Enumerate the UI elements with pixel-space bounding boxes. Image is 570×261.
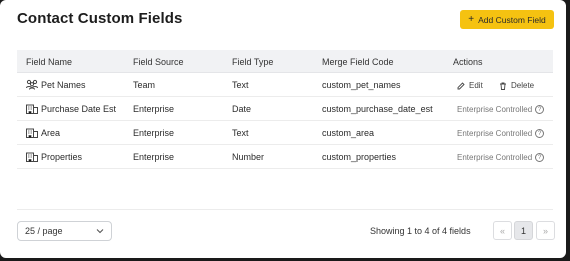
field-type: Text bbox=[232, 128, 249, 138]
building-icon bbox=[26, 128, 38, 138]
field-name-cell: Properties bbox=[26, 151, 82, 162]
merge-field-code: custom_area bbox=[322, 128, 375, 138]
edit-label: Edit bbox=[469, 81, 483, 90]
page-size-value: 25 / page bbox=[25, 226, 63, 236]
edit-button[interactable]: Edit bbox=[457, 81, 483, 90]
edit-icon bbox=[457, 81, 465, 89]
field-type: Number bbox=[232, 152, 265, 162]
enterprise-controlled-status: Enterprise Controlled ? bbox=[457, 105, 545, 114]
column-header-field-name: Field Name bbox=[26, 57, 73, 67]
column-header-merge-field-code: Merge Field Code bbox=[322, 57, 394, 67]
table-header: Field Name Field Source Field Type Merge… bbox=[17, 50, 553, 73]
previous-page-button[interactable]: « bbox=[493, 221, 512, 240]
status-label: Enterprise Controlled bbox=[457, 105, 533, 114]
help-icon[interactable]: ? bbox=[535, 129, 545, 138]
footer-divider bbox=[17, 209, 553, 210]
field-name: Properties bbox=[41, 151, 83, 162]
field-source: Enterprise bbox=[133, 104, 175, 114]
page-size-select[interactable]: 25 / page bbox=[17, 221, 112, 241]
delete-label: Delete bbox=[511, 81, 535, 90]
chevron-down-icon bbox=[96, 229, 104, 234]
table-row: Properties Enterprise Number custom_prop… bbox=[17, 145, 553, 169]
delete-button[interactable]: Delete bbox=[499, 81, 534, 90]
field-source: Enterprise bbox=[133, 152, 175, 162]
field-type: Date bbox=[232, 104, 252, 114]
field-source: Enterprise bbox=[133, 128, 175, 138]
column-header-actions: Actions bbox=[453, 57, 483, 67]
field-name: Purchase Date Est bbox=[41, 103, 117, 114]
add-custom-field-button[interactable]: + Add Custom Field bbox=[460, 10, 554, 29]
building-icon bbox=[26, 104, 38, 114]
next-page-button[interactable]: » bbox=[536, 221, 555, 240]
help-icon[interactable]: ? bbox=[535, 153, 545, 162]
enterprise-controlled-status: Enterprise Controlled ? bbox=[457, 129, 545, 138]
field-name-cell: Purchase Date Est bbox=[26, 103, 116, 114]
field-source: Team bbox=[133, 80, 156, 90]
plus-icon: + bbox=[468, 13, 475, 25]
field-name-cell: Pet Names bbox=[26, 79, 86, 90]
enterprise-controlled-status: Enterprise Controlled ? bbox=[457, 153, 545, 162]
table-row: Purchase Date Est Enterprise Date custom… bbox=[17, 97, 553, 121]
trash-icon bbox=[500, 82, 506, 90]
page-1-button[interactable]: 1 bbox=[514, 221, 533, 240]
custom-fields-table: Field Name Field Source Field Type Merge… bbox=[17, 50, 553, 170]
building-icon bbox=[26, 152, 38, 162]
custom-fields-panel: Contact Custom Fields + Add Custom Field… bbox=[0, 0, 566, 258]
field-name: Area bbox=[41, 127, 61, 138]
field-name: Pet Names bbox=[41, 79, 86, 90]
add-custom-field-label: Add Custom Field bbox=[478, 14, 546, 25]
merge-field-code: custom_properties bbox=[322, 152, 397, 162]
team-icon bbox=[26, 79, 38, 90]
page-title: Contact Custom Fields bbox=[17, 10, 183, 27]
table-row: Pet Names Team Text custom_pet_names Edi… bbox=[17, 73, 553, 97]
field-name-cell: Area bbox=[26, 127, 60, 138]
column-header-field-type: Field Type bbox=[232, 57, 274, 67]
pagination-summary: Showing 1 to 4 of 4 fields bbox=[370, 226, 471, 236]
field-type: Text bbox=[232, 80, 249, 90]
merge-field-code: custom_purchase_date_est bbox=[322, 104, 433, 114]
merge-field-code: custom_pet_names bbox=[322, 80, 401, 90]
status-label: Enterprise Controlled bbox=[457, 129, 533, 138]
help-icon[interactable]: ? bbox=[535, 105, 545, 114]
column-header-field-source: Field Source bbox=[133, 57, 184, 67]
table-row: Area Enterprise Text custom_area Enterpr… bbox=[17, 121, 553, 145]
status-label: Enterprise Controlled bbox=[457, 153, 533, 162]
